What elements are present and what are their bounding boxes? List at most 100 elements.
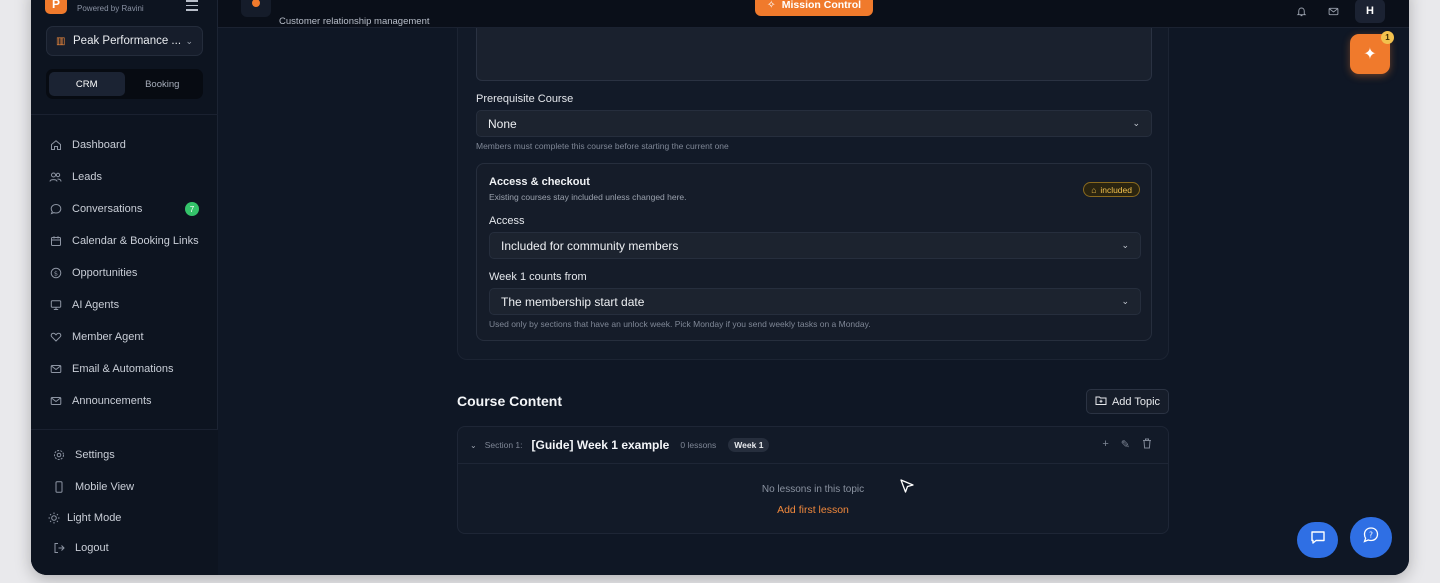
sidebar-item-light-mode[interactable]: Light Mode: [47, 508, 207, 528]
sidebar-item-label: Light Mode: [67, 512, 122, 524]
mail-icon: [49, 395, 62, 408]
sidebar-item-email[interactable]: Email & Automations: [49, 359, 209, 379]
home-icon: [49, 139, 62, 152]
workspace-name: Peak Performance ...: [73, 35, 182, 47]
topic-actions: + ✎: [1102, 438, 1152, 452]
course-content-title: Course Content: [457, 393, 562, 409]
heart-icon: [49, 331, 62, 344]
sidebar-item-label: Conversations: [72, 203, 143, 215]
notification-badge: 1: [1381, 31, 1394, 44]
calendar-icon: [49, 235, 62, 248]
divider: [31, 114, 218, 115]
status-badge: ⌂ included: [1083, 182, 1140, 197]
workspace-switcher[interactable]: ▥ Peak Performance ... ⌄: [46, 26, 203, 56]
section-number: Section 1:: [484, 440, 523, 450]
prereq-label: Prerequisite Course: [476, 93, 574, 105]
app-window: P Powered by Ravini ▥ Peak Performance .…: [31, 0, 1409, 575]
users-icon: [49, 171, 62, 184]
sidebar-item-label: Leads: [72, 171, 102, 183]
sparkle-icon: ✦: [1363, 46, 1377, 63]
folder-plus-icon: [1095, 395, 1107, 409]
sidebar-item-leads[interactable]: Leads: [49, 167, 209, 187]
mission-control-button[interactable]: ✧ Mission Control: [755, 0, 873, 16]
trash-icon[interactable]: [1142, 438, 1152, 452]
sidebar-item-label: Settings: [75, 449, 115, 461]
chevron-down-icon: ⌄: [1121, 296, 1129, 306]
mail-icon[interactable]: [1323, 0, 1343, 22]
add-topic-label: Add Topic: [1111, 395, 1161, 408]
prereq-value: None: [488, 116, 517, 131]
header-actions: H: [1291, 0, 1385, 23]
chevron-down-icon: ⌄: [1121, 240, 1129, 250]
week-hint: Used only by sections that have an unloc…: [489, 319, 871, 329]
sidebar-item-announcements[interactable]: Announcements: [49, 391, 209, 411]
bell-icon[interactable]: [1291, 0, 1311, 22]
topic-header[interactable]: ⌄ Section 1: [Guide] Week 1 example 0 le…: [458, 427, 1168, 464]
access-checkout-panel: Access & checkout Existing courses stay …: [476, 163, 1152, 341]
brand-sub: Powered by Ravini: [77, 4, 144, 13]
lesson-count: 0 lessons: [680, 440, 717, 450]
sidebar-item-calendar[interactable]: Calendar & Booking Links: [49, 231, 209, 251]
avatar[interactable]: H: [1355, 0, 1385, 23]
sidebar-item-label: Email & Automations: [72, 363, 174, 375]
sidebar-item-ai-agents[interactable]: AI Agents: [49, 295, 209, 315]
unread-badge: 7: [185, 202, 199, 216]
sun-icon: [47, 512, 60, 525]
sidebar-item-settings[interactable]: Settings: [52, 445, 212, 465]
course-settings-card: Prerequisite Course None ⌄ Members must …: [457, 28, 1169, 360]
sidebar-item-label: AI Agents: [72, 299, 120, 311]
phone-icon: [52, 481, 65, 494]
access-subtitle: Existing courses stay included unless ch…: [489, 192, 687, 202]
tag-icon: ⌂: [1091, 184, 1097, 195]
header-subtitle: Customer relationship management: [279, 16, 430, 27]
prereq-hint: Members must complete this course before…: [476, 141, 729, 151]
help-button[interactable]: ?: [1350, 517, 1392, 558]
sidebar-item-dashboard[interactable]: Dashboard: [49, 135, 209, 155]
svg-text:?: ?: [1369, 530, 1373, 539]
monitor-icon: [49, 299, 62, 312]
chevron-down-icon[interactable]: ⌄: [470, 441, 477, 450]
chat-icon: [49, 203, 62, 216]
chat-icon: [1310, 530, 1326, 550]
description-textarea[interactable]: [476, 28, 1152, 81]
sidebar-item-member-agent[interactable]: Member Agent: [49, 327, 209, 347]
building-icon: ▥: [56, 35, 66, 47]
sidebar-item-label: Logout: [75, 542, 109, 554]
svg-text:$: $: [53, 269, 57, 277]
sidebar-item-conversations[interactable]: Conversations 7: [49, 199, 209, 219]
chevron-down-icon: ⌄: [185, 35, 193, 46]
sidebar-item-label: Dashboard: [72, 139, 126, 151]
chat-button[interactable]: [1297, 522, 1338, 558]
sparkle-icon: ✧: [766, 0, 776, 11]
mode-crm[interactable]: CRM: [49, 72, 125, 96]
main-content: Customer relationship management ✧ Missi…: [218, 0, 1409, 575]
help-chat-icon: ?: [1362, 526, 1380, 549]
week-start-select[interactable]: The membership start date ⌄: [489, 288, 1141, 315]
status-badge-label: included: [1100, 184, 1132, 195]
pencil-icon[interactable]: ✎: [1121, 438, 1130, 452]
gear-icon: [52, 449, 65, 462]
add-topic-button[interactable]: Add Topic: [1086, 389, 1169, 414]
sidebar-item-logout[interactable]: Logout: [52, 538, 212, 558]
app-icon: [241, 0, 271, 17]
sidebar-item-label: Member Agent: [72, 331, 144, 343]
week-start-value: The membership start date: [501, 294, 645, 309]
prereq-select[interactable]: None ⌄: [476, 110, 1152, 137]
sidebar-item-opportunities[interactable]: $ Opportunities: [49, 263, 209, 283]
sidebar-item-mobile-view[interactable]: Mobile View: [52, 477, 212, 497]
dollar-icon: $: [49, 267, 62, 280]
topic-name: [Guide] Week 1 example: [531, 438, 670, 452]
menu-icon[interactable]: [186, 0, 198, 11]
sidebar-item-label: Opportunities: [72, 267, 138, 279]
access-value: Included for community members: [501, 238, 679, 253]
plus-icon[interactable]: +: [1102, 438, 1108, 452]
access-label: Access: [489, 215, 525, 227]
add-first-lesson-link[interactable]: Add first lesson: [458, 504, 1168, 516]
access-select[interactable]: Included for community members ⌄: [489, 232, 1141, 259]
brand-logo[interactable]: P: [45, 0, 67, 14]
sidebar: P Powered by Ravini ▥ Peak Performance .…: [31, 0, 218, 575]
mode-booking[interactable]: Booking: [125, 72, 201, 96]
sidebar-item-label: Mobile View: [75, 481, 135, 493]
mode-toggle: CRM Booking: [46, 69, 203, 99]
chevron-down-icon: ⌄: [1132, 118, 1140, 128]
